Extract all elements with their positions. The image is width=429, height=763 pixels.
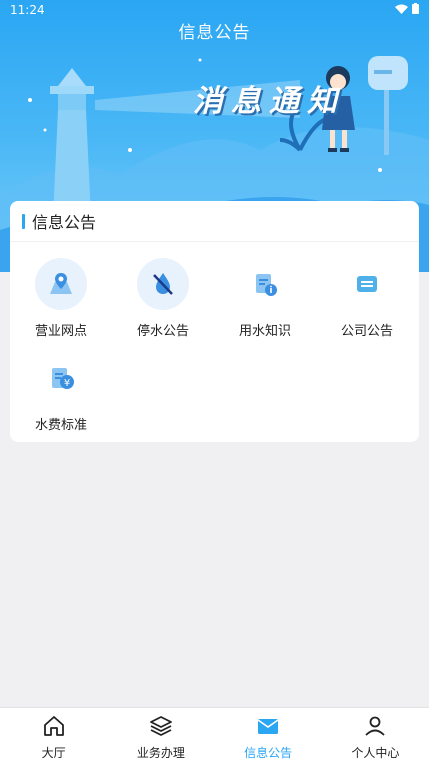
status-bar: 11:24 bbox=[0, 0, 429, 20]
info-card: 信息公告 营业网点 停水公告 用水知识 公司公告 ¥ 水费标准 bbox=[10, 201, 419, 442]
info-doc-icon bbox=[239, 258, 291, 310]
card-title: 信息公告 bbox=[32, 213, 97, 232]
home-icon bbox=[0, 713, 107, 739]
notice-icon bbox=[341, 258, 393, 310]
menu-item-company-notice[interactable]: 公司公告 bbox=[316, 258, 418, 339]
no-water-icon bbox=[137, 258, 189, 310]
battery-icon bbox=[412, 3, 419, 14]
banner-text: 消息通知 bbox=[193, 84, 345, 119]
nav-item-business[interactable]: 业务办理 bbox=[107, 708, 214, 763]
fee-doc-icon: ¥ bbox=[35, 352, 87, 404]
menu-item-label: 营业网点 bbox=[34, 324, 87, 339]
nav-item-hall[interactable]: 大厅 bbox=[0, 708, 107, 763]
menu-item-water-outage[interactable]: 停水公告 bbox=[112, 258, 214, 339]
map-pin-icon bbox=[35, 258, 87, 310]
user-icon bbox=[322, 713, 429, 739]
nav-item-profile[interactable]: 个人中心 bbox=[322, 708, 429, 763]
menu-item-business-outlets[interactable]: 营业网点 bbox=[10, 258, 112, 339]
status-time: 11:24 bbox=[10, 3, 45, 17]
nav-item-info[interactable]: 信息公告 bbox=[215, 708, 322, 763]
layers-icon bbox=[107, 713, 214, 739]
card-header: 信息公告 bbox=[10, 201, 419, 242]
nav-label: 信息公告 bbox=[244, 746, 293, 760]
bottom-nav: 大厅 业务办理 信息公告 个人中心 bbox=[0, 707, 429, 763]
wifi-icon bbox=[395, 4, 408, 14]
menu-item-label: 水费标准 bbox=[34, 418, 87, 433]
card-title-accent bbox=[22, 213, 25, 229]
menu-item-water-fee-standard[interactable]: ¥ 水费标准 bbox=[10, 352, 112, 433]
menu-item-label: 公司公告 bbox=[340, 324, 393, 339]
mail-icon bbox=[215, 713, 322, 739]
nav-label: 大厅 bbox=[41, 746, 66, 760]
menu-item-label: 用水知识 bbox=[238, 324, 291, 339]
svg-text:¥: ¥ bbox=[64, 378, 70, 389]
status-icons bbox=[395, 3, 419, 14]
nav-label: 个人中心 bbox=[351, 746, 400, 760]
menu-grid: 营业网点 停水公告 用水知识 公司公告 ¥ 水费标准 bbox=[10, 242, 419, 442]
menu-item-label: 停水公告 bbox=[136, 324, 189, 339]
nav-label: 业务办理 bbox=[136, 746, 185, 760]
menu-item-water-knowledge[interactable]: 用水知识 bbox=[214, 258, 316, 339]
